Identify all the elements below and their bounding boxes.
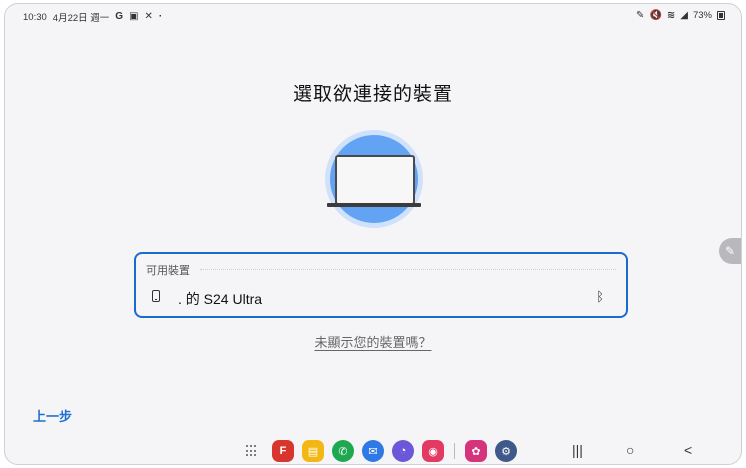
taskbar-apps: F ▤ ✆ ✉ ◔ ◉ ✿ ⚙ xyxy=(246,440,517,462)
signal-icon: ◢ xyxy=(680,9,688,21)
internet-app-icon[interactable]: ◔ xyxy=(392,440,414,462)
pen-icon: ✎ xyxy=(636,9,645,21)
home-nav-icon[interactable]: ○ xyxy=(626,442,634,458)
camera-app-icon[interactable]: ◉ xyxy=(422,440,444,462)
page-title: 選取欲連接的裝置 xyxy=(292,84,453,105)
list-header: 可用裝置 xyxy=(146,265,190,277)
taskbar-divider xyxy=(454,443,455,459)
status-bar: 10:30 4月22日 週一 G ▣ ✕ · ✎ 🔇 ≋ ◢ 73% xyxy=(5,4,741,26)
phone-icon xyxy=(152,290,160,302)
flower-app-icon[interactable]: ✿ xyxy=(465,440,487,462)
pencil-icon: ✎ xyxy=(724,244,736,258)
messages-app-icon[interactable]: ✉ xyxy=(362,440,384,462)
laptop-base-icon xyxy=(327,203,421,207)
back-button[interactable]: 上一步 xyxy=(33,406,72,425)
notes-app-icon[interactable]: ▤ xyxy=(302,440,324,462)
laptop-screen-icon xyxy=(335,155,415,205)
device-name: . 的 S24 Ultra xyxy=(178,291,263,307)
app-drawer-icon[interactable] xyxy=(246,445,258,457)
bluetooth-icon: ᛒ xyxy=(596,289,604,304)
back-nav-icon[interactable]: < xyxy=(684,442,692,458)
recents-nav-icon[interactable]: ||| xyxy=(572,442,583,458)
device-not-shown-link[interactable]: 未顯示您的裝置嗎？ xyxy=(5,332,741,351)
tools-icon: ✕ xyxy=(144,11,153,22)
g-icon: G xyxy=(115,11,124,22)
edge-panel-handle[interactable]: ✎ xyxy=(719,238,741,264)
flipboard-app-icon[interactable]: F xyxy=(272,440,294,462)
gallery-icon: ▣ xyxy=(129,11,139,22)
device-screen: 10:30 4月22日 週一 G ▣ ✕ · ✎ 🔇 ≋ ◢ 73% 選取欲連接… xyxy=(4,3,742,465)
status-date: 4月22日 週一 xyxy=(52,13,110,24)
mute-icon: 🔇 xyxy=(649,9,662,21)
wifi-icon: ≋ xyxy=(666,9,676,21)
battery-icon xyxy=(717,11,725,20)
status-time: 10:30 xyxy=(23,11,47,23)
taskbar: F ▤ ✆ ✉ ◔ ◉ ✿ ⚙ ||| ○ < xyxy=(5,436,741,464)
device-item[interactable]: . 的 S24 Ultra ᛒ xyxy=(136,284,626,312)
dot-icon: · xyxy=(158,11,163,22)
available-devices-list: 可用裝置 . 的 S24 Ultra ᛒ xyxy=(134,252,628,318)
phone-app-icon[interactable]: ✆ xyxy=(332,440,354,462)
battery-percent: 73% xyxy=(692,10,712,21)
divider xyxy=(200,269,616,270)
settings-app-icon[interactable]: ⚙ xyxy=(495,440,517,462)
